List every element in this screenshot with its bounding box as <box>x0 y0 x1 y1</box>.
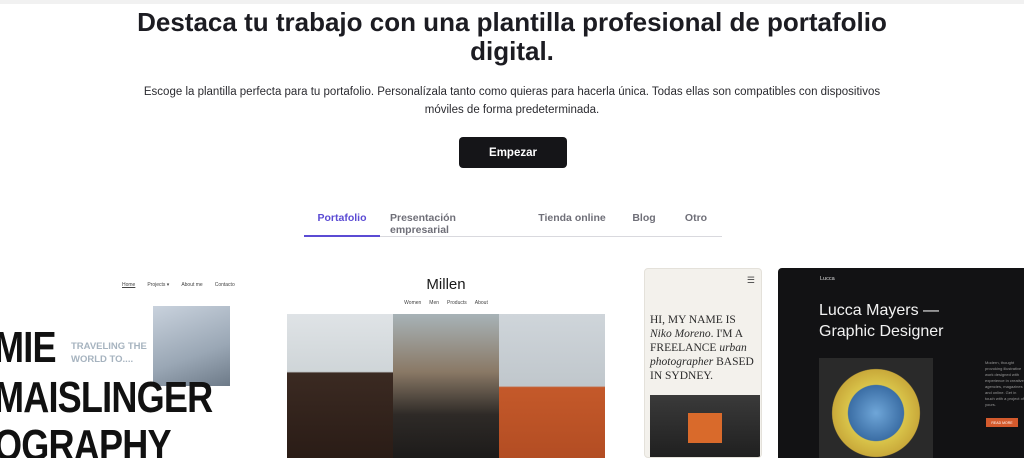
illustration-image <box>819 358 933 458</box>
hamburger-icon: ☰ <box>746 275 755 285</box>
template-preview-photography[interactable]: Home Projects ▾ About me Contacto TRAVEL… <box>0 268 262 458</box>
preview-read-more-button: READ MORE <box>986 418 1018 427</box>
tab-blog[interactable]: Blog <box>626 206 662 237</box>
preview-intro-text: HI, MY NAME IS Niko Moreno. I'M A FREELA… <box>650 314 754 382</box>
preview-nav: Home Projects ▾ About me Contacto <box>122 282 235 288</box>
tab-portafolio[interactable]: Portafolio <box>304 206 380 237</box>
preview-nav-item: Contacto <box>214 282 235 288</box>
preview-body-text: Modern, thought provoking illustrative w… <box>985 360 1024 407</box>
preview-nav: Women Men Products About <box>287 300 605 306</box>
preview-nav-item: Men <box>429 300 440 306</box>
hero-subtitle: Escoge la plantilla perfecta para tu por… <box>143 86 881 116</box>
preview-nav-item: Home <box>122 282 136 288</box>
preview-nav-item: Products <box>447 300 467 306</box>
template-category-tabs: Portafolio Presentación empresarial Tien… <box>304 206 722 237</box>
preview-headline: Lucca Mayers — Graphic Designer <box>819 302 944 340</box>
template-preview-lucca[interactable]: Lucca Lucca Mayers — Graphic Designer Mo… <box>778 268 1024 458</box>
preview-big-text: MAISLINGER <box>0 373 213 422</box>
preview-big-text: OGRAPHY <box>0 421 172 458</box>
preview-nav-item: Projects ▾ <box>147 282 170 288</box>
top-strip <box>0 0 1024 4</box>
tab-presentacion-empresarial[interactable]: Presentación empresarial <box>390 206 516 237</box>
model-photo <box>499 314 605 458</box>
preview-title: Millen <box>426 276 466 293</box>
preview-nav-item: About me <box>181 282 203 288</box>
preview-brand: Lucca <box>820 276 835 282</box>
tab-tienda-online[interactable]: Tienda online <box>536 206 608 237</box>
urban-photo <box>650 395 760 457</box>
preview-tagline: TRAVELING THE WORLD TO.... <box>71 341 147 365</box>
preview-nav-item: About <box>474 300 488 306</box>
hero-title: Destaca tu trabajo con una plantilla pro… <box>137 7 887 66</box>
tab-otro[interactable]: Otro <box>678 206 714 237</box>
model-photo <box>393 314 499 458</box>
start-button[interactable]: Empezar <box>459 137 567 168</box>
template-preview-niko[interactable]: ☰ HI, MY NAME IS Niko Moreno. I'M A FREE… <box>644 268 762 458</box>
preview-nav-item: Women <box>404 300 422 306</box>
model-photo <box>287 314 393 458</box>
template-preview-millen[interactable]: Millen Women Men Products About <box>287 268 605 458</box>
preview-big-text: MIE <box>0 323 57 372</box>
